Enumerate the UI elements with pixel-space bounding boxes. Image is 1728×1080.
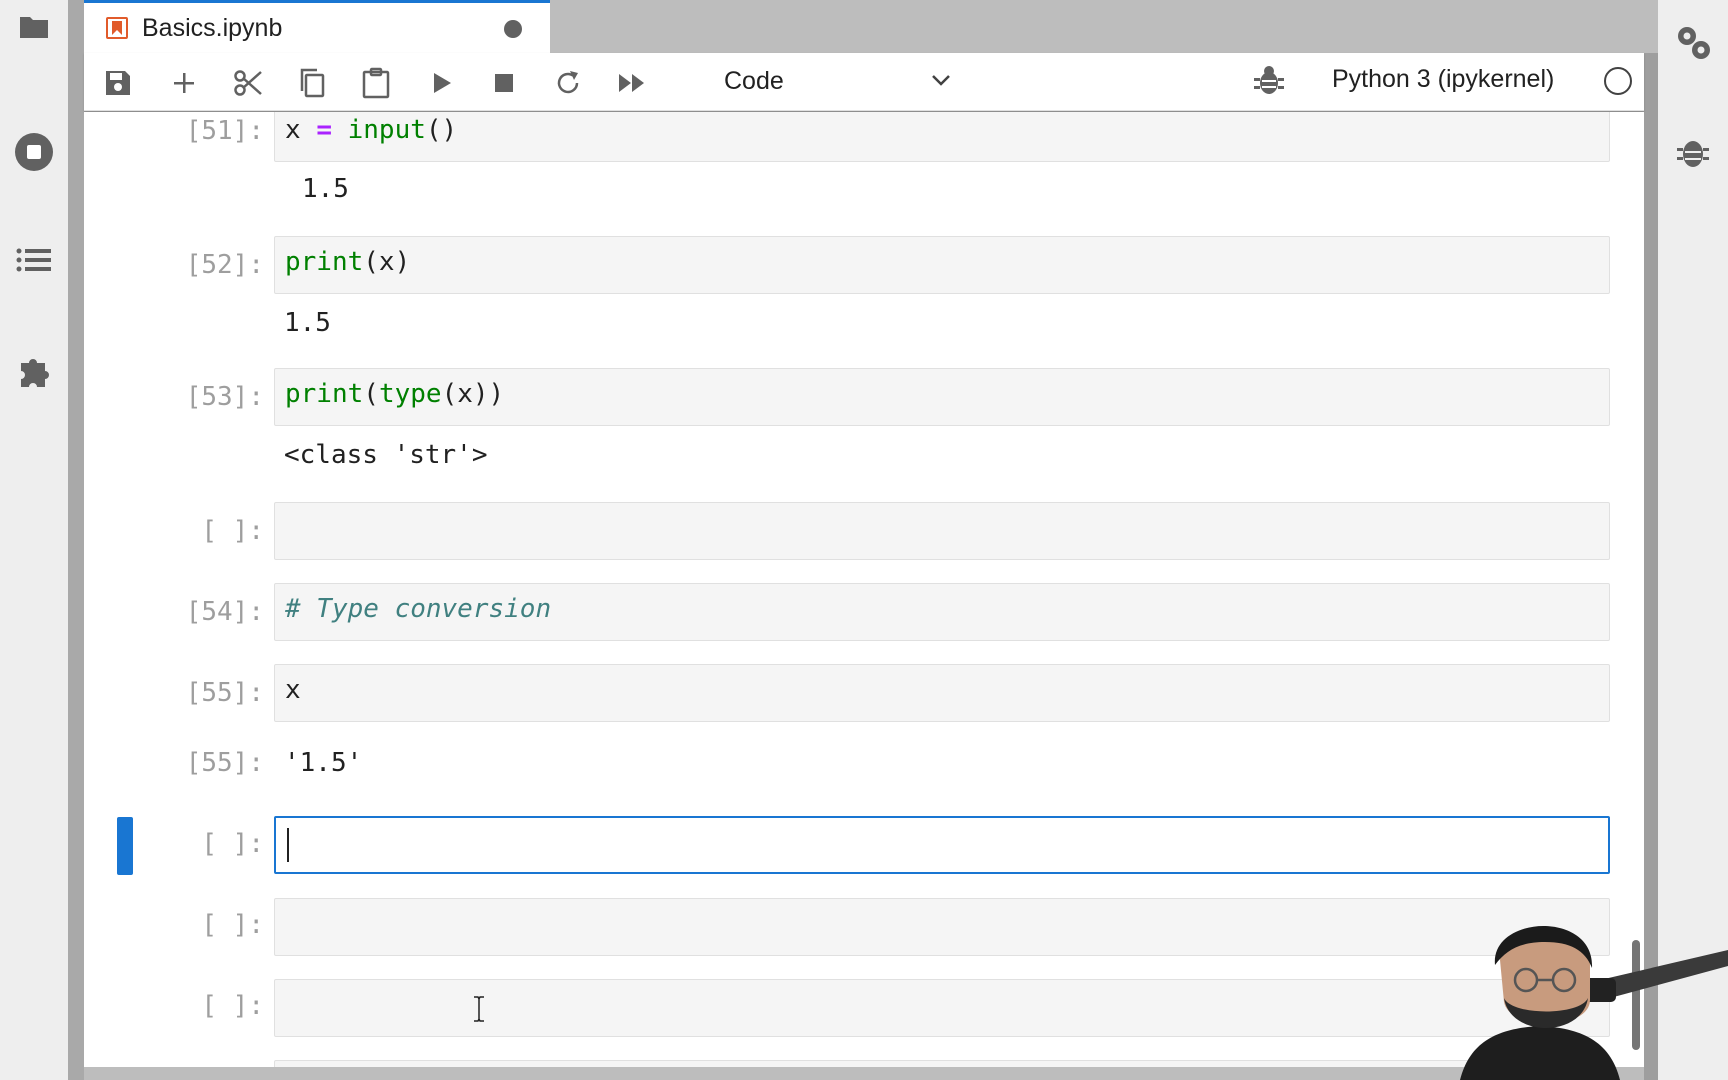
cell-type-select[interactable]: Code (704, 61, 964, 101)
code-cell-input[interactable] (274, 1060, 1610, 1067)
restart-icon (557, 71, 579, 94)
code-line: x = input() (285, 115, 458, 145)
cell-prompt: [ ]: (201, 516, 264, 546)
bug-icon[interactable] (1254, 65, 1284, 97)
ibeam-cursor-icon (474, 996, 484, 1022)
code-cell-input[interactable] (274, 502, 1610, 560)
code-cell-input[interactable]: # Type conversion (274, 583, 1610, 641)
cell-prompt: [ ]: (201, 910, 264, 940)
code-cell-input[interactable]: print(x) (274, 236, 1610, 294)
cell-prompt: [ ]: (201, 991, 264, 1021)
cell-prompt: [51]: (185, 116, 264, 146)
cell-output: 1.5 (284, 308, 331, 338)
code-line: print(x) (285, 247, 411, 277)
cell-prompt: [54]: (185, 597, 264, 627)
cell-prompt: [ ]: (201, 829, 264, 859)
run-icon (434, 73, 451, 93)
save-button[interactable] (100, 65, 136, 101)
copy-icon (300, 68, 325, 98)
run-all-icon (619, 74, 644, 92)
notebook-toolbar: Code Python 3 (ipykernel) (84, 53, 1644, 111)
unsaved-indicator-icon[interactable] (504, 20, 522, 38)
cell-prompt: [53]: (185, 382, 264, 412)
copy-button[interactable] (294, 65, 330, 101)
text-caret (287, 828, 289, 862)
tab-basics-notebook[interactable]: Basics.ipynb (84, 0, 550, 53)
right-sidebar (1658, 0, 1728, 1080)
notebook-file-icon (106, 17, 128, 39)
output-prompt: [55]: (185, 748, 264, 778)
tab-bar: Basics.ipynb (84, 0, 1658, 53)
active-code-cell-input[interactable] (274, 816, 1610, 874)
toc-icon[interactable] (14, 242, 54, 282)
stop-icon (495, 74, 513, 92)
left-sidebar (0, 0, 68, 1080)
cell-output: '1.5' (284, 748, 363, 778)
save-icon (106, 71, 130, 95)
code-comment: # Type conversion (285, 594, 552, 624)
cell-output: <class 'str'> (284, 440, 488, 470)
notebook-panel: [51]: x = input() 1.5 [52]: print(x) 1.5… (84, 112, 1644, 1067)
debugger-icon[interactable] (1673, 132, 1713, 172)
cut-button[interactable] (230, 65, 266, 101)
tab-title: Basics.ipynb (142, 13, 283, 42)
cell-prompt: [55]: (185, 678, 264, 708)
cell-output: 1.5 (302, 174, 349, 204)
code-cell-input[interactable] (274, 898, 1610, 956)
code-line: x (285, 675, 301, 705)
folder-icon[interactable] (14, 6, 54, 46)
kernel-name[interactable]: Python 3 (ipykernel) (1332, 65, 1554, 94)
chevron-down-icon (932, 75, 950, 86)
status-edge (84, 1067, 1644, 1080)
code-cell-input[interactable]: x (274, 664, 1610, 722)
paste-button[interactable] (358, 65, 394, 101)
code-cell-input[interactable]: x = input() (274, 112, 1610, 162)
kernel-idle-icon (1604, 67, 1632, 95)
run-cell-button[interactable] (424, 65, 460, 101)
restart-kernel-button[interactable] (550, 65, 586, 101)
add-cell-button[interactable] (166, 65, 202, 101)
cut-icon (234, 70, 262, 96)
interrupt-kernel-button[interactable] (486, 65, 522, 101)
paste-icon (362, 67, 390, 99)
cell-prompt: [52]: (185, 250, 264, 280)
run-all-button[interactable] (614, 65, 650, 101)
code-line: print(type(x)) (285, 379, 505, 409)
add-cell-icon (174, 73, 194, 93)
running-icon[interactable] (14, 132, 54, 172)
extension-icon[interactable] (14, 352, 54, 392)
cell-type-value: Code (724, 66, 784, 95)
code-cell-input[interactable]: print(type(x)) (274, 368, 1610, 426)
property-inspector-icon[interactable] (1673, 22, 1713, 62)
sidebar-divider (68, 0, 84, 1080)
webcam-overlay (1460, 925, 1728, 1080)
